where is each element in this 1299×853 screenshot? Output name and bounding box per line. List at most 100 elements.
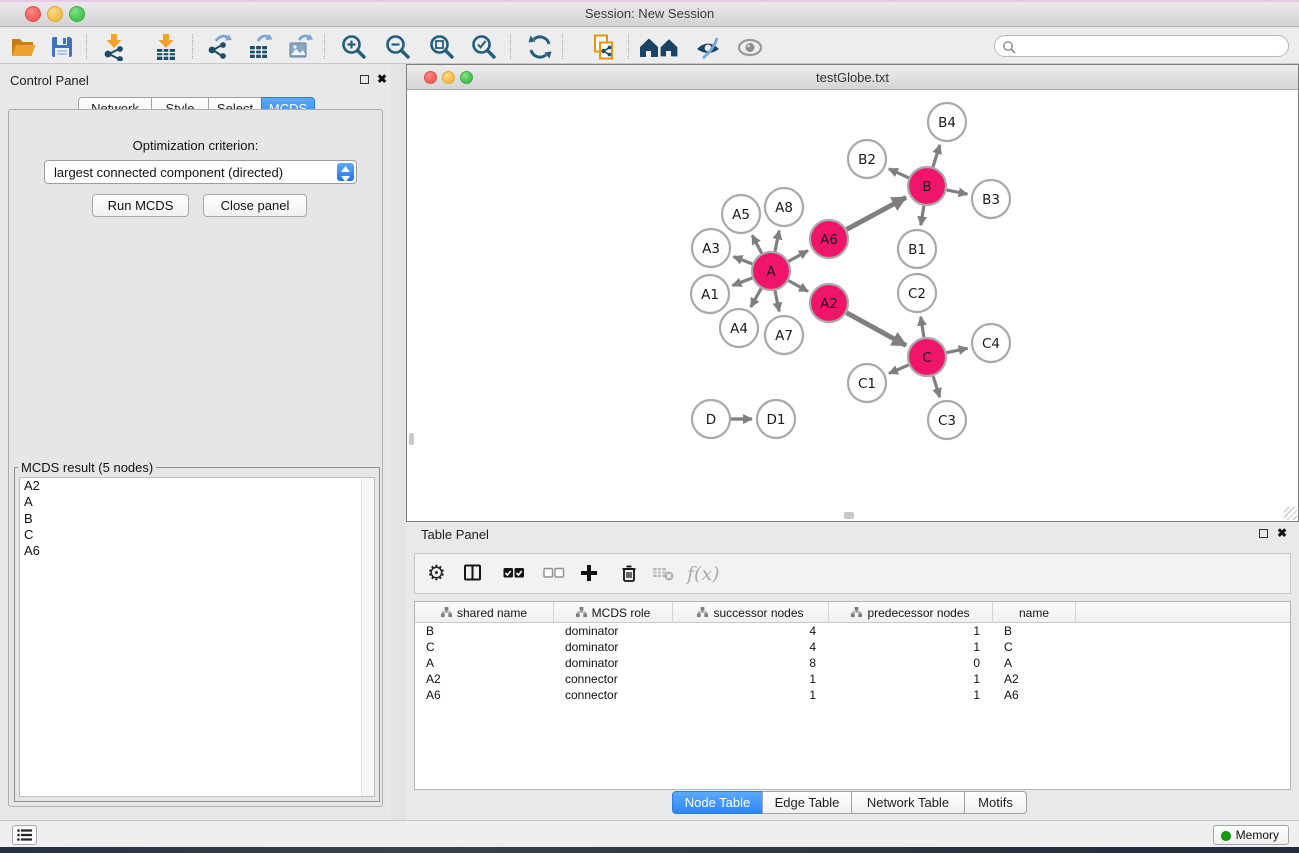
open-session-button[interactable]	[9, 32, 39, 62]
close-panel-icon[interactable]: ✖	[377, 74, 387, 84]
search-input[interactable]	[1019, 37, 1280, 55]
table-cell[interactable]: B	[415, 623, 554, 639]
scrollbar-track[interactable]	[361, 478, 374, 796]
split-panel-button[interactable]	[463, 562, 483, 586]
edge-A-A3[interactable]	[733, 257, 752, 264]
edge-A-A7[interactable]	[775, 291, 779, 312]
edge-A-A2[interactable]	[789, 281, 808, 292]
table-row[interactable]: A2connector11A2	[415, 671, 1290, 687]
mcds-result-item[interactable]: B	[20, 511, 374, 527]
export-network-button[interactable]	[206, 32, 236, 62]
table-row[interactable]: Adominator80A	[415, 655, 1290, 671]
network-canvas[interactable]: AA1A2A3A4A5A6A7A8BB1B2B3B4CC1C2C3C4DD1	[407, 90, 1298, 521]
import-network-button[interactable]	[100, 32, 130, 62]
mcds-result-item[interactable]: A2	[20, 478, 374, 494]
edge-C-C2[interactable]	[921, 317, 924, 338]
table-cell[interactable]: C	[993, 639, 1076, 655]
network-graph[interactable]: AA1A2A3A4A5A6A7A8BB1B2B3B4CC1C2C3C4DD1	[407, 90, 1298, 521]
edge-A-A4[interactable]	[751, 288, 761, 307]
edge-C-C3[interactable]	[933, 376, 940, 397]
edge-A2-C[interactable]	[847, 313, 906, 346]
run-mcds-button[interactable]: Run MCDS	[92, 194, 189, 217]
table-cell[interactable]: A2	[993, 671, 1076, 687]
table-cell[interactable]: 4	[673, 639, 829, 655]
table-cell[interactable]: A	[993, 655, 1076, 671]
tab-motifs[interactable]: Motifs	[964, 791, 1027, 814]
table-cell[interactable]: A6	[415, 687, 554, 703]
edge-A-A6[interactable]	[789, 251, 808, 262]
table-cell[interactable]: 1	[829, 671, 993, 687]
table-cell[interactable]: 8	[673, 655, 829, 671]
table-cell[interactable]: 0	[829, 655, 993, 671]
refresh-button[interactable]	[526, 32, 556, 62]
deselect-all-button[interactable]	[543, 562, 565, 586]
mcds-result-item[interactable]: A6	[20, 543, 374, 559]
edge-C-C4[interactable]	[947, 348, 968, 353]
delete-button[interactable]	[619, 562, 639, 586]
table-row[interactable]: Cdominator41C	[415, 639, 1290, 655]
zoom-out-button[interactable]	[384, 32, 414, 62]
edge-A-A8[interactable]	[775, 231, 779, 252]
edge-B-B3[interactable]	[947, 190, 968, 194]
table-cell[interactable]: 1	[829, 623, 993, 639]
task-history-button[interactable]	[12, 825, 37, 845]
table-cell[interactable]: 1	[829, 687, 993, 703]
table-cell[interactable]: 1	[673, 687, 829, 703]
float-table-panel-icon[interactable]	[1259, 529, 1268, 538]
zoom-in-button[interactable]	[340, 32, 370, 62]
edge-C-C1[interactable]	[889, 365, 909, 374]
column-header-MCDS-role[interactable]: MCDS role	[554, 602, 673, 623]
table-cell[interactable]: A2	[415, 671, 554, 687]
edge-A6-B[interactable]	[847, 197, 906, 229]
duplicate-network-button[interactable]	[590, 32, 620, 62]
edge-A-A1[interactable]	[732, 278, 752, 285]
float-panel-icon[interactable]	[360, 75, 369, 84]
mcds-result-list[interactable]: A2ABCA6	[19, 477, 375, 797]
tab-edge-table[interactable]: Edge Table	[762, 791, 852, 814]
export-image-button[interactable]	[286, 32, 316, 62]
node-table[interactable]: shared nameMCDS rolesuccessor nodesprede…	[414, 601, 1291, 790]
column-header-name[interactable]: name	[993, 602, 1076, 623]
horizontal-scrollbar-thumb[interactable]	[844, 512, 854, 519]
hide-details-button[interactable]	[694, 32, 724, 62]
edge-B-B2[interactable]	[889, 169, 909, 178]
mcds-result-item[interactable]: C	[20, 527, 374, 543]
export-table-button[interactable]	[246, 32, 276, 62]
memory-button[interactable]: Memory	[1213, 825, 1289, 845]
table-cell[interactable]: connector	[554, 687, 673, 703]
table-cell[interactable]: C	[415, 639, 554, 655]
import-table-button[interactable]	[152, 32, 182, 62]
table-cell[interactable]: A6	[993, 687, 1076, 703]
edge-B-B4[interactable]	[933, 145, 940, 167]
close-panel-button[interactable]: Close panel	[203, 194, 307, 217]
resize-grip[interactable]	[1284, 507, 1297, 520]
table-cell[interactable]: 1	[673, 671, 829, 687]
network-overview-button[interactable]	[638, 32, 684, 62]
function-builder-button[interactable]: f(x)	[687, 562, 720, 586]
table-cell[interactable]: 1	[829, 639, 993, 655]
save-session-button[interactable]	[48, 32, 78, 62]
edge-B-B1[interactable]	[921, 206, 924, 226]
mcds-result-item[interactable]: A	[20, 494, 374, 510]
close-table-panel-icon[interactable]: ✖	[1277, 528, 1287, 538]
delete-table-button[interactable]	[652, 562, 676, 586]
table-cell[interactable]: dominator	[554, 623, 673, 639]
table-cell[interactable]: connector	[554, 671, 673, 687]
column-header-shared-name[interactable]: shared name	[415, 602, 554, 623]
tab-network-table[interactable]: Network Table	[851, 791, 965, 814]
table-settings-button[interactable]: ⚙	[427, 562, 446, 586]
table-cell[interactable]: dominator	[554, 639, 673, 655]
table-cell[interactable]: dominator	[554, 655, 673, 671]
table-row[interactable]: Bdominator41B	[415, 623, 1290, 639]
table-cell[interactable]: B	[993, 623, 1076, 639]
table-row[interactable]: A6connector11A6	[415, 687, 1290, 703]
select-all-button[interactable]	[503, 562, 525, 586]
table-cell[interactable]: A	[415, 655, 554, 671]
column-header-predecessor-nodes[interactable]: predecessor nodes	[829, 602, 993, 623]
add-column-button[interactable]	[579, 562, 599, 586]
criterion-dropdown[interactable]: largest connected component (directed)	[44, 160, 357, 184]
zoom-selected-button[interactable]	[470, 32, 500, 62]
vertical-scrollbar-thumb[interactable]	[409, 433, 414, 445]
edge-A-A5[interactable]	[752, 235, 762, 253]
search-field[interactable]	[994, 35, 1289, 57]
